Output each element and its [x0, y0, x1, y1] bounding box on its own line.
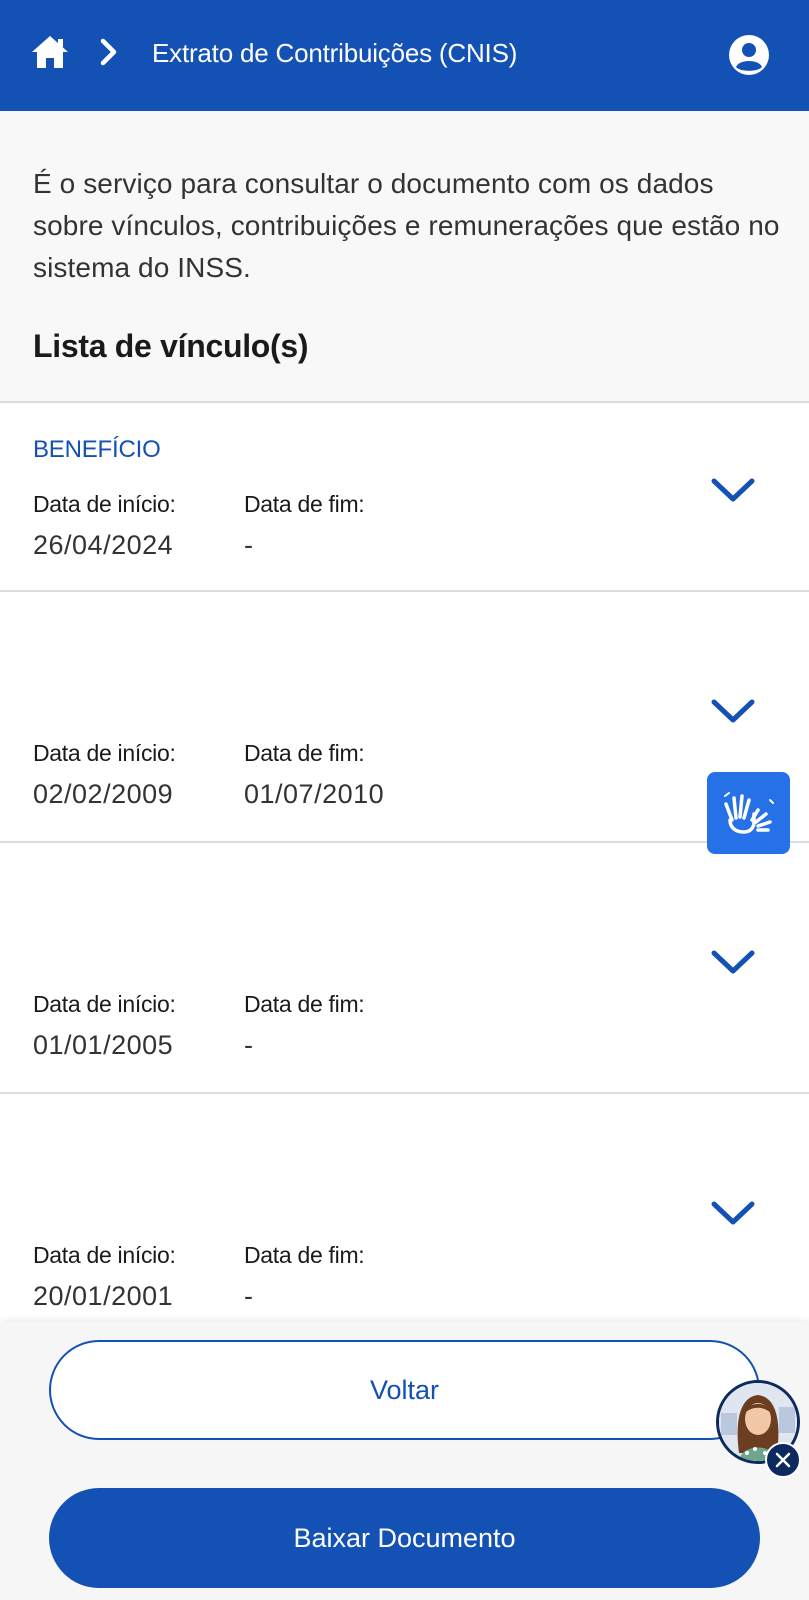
close-assistant-button[interactable]: [765, 1442, 801, 1478]
end-date-value: -: [244, 1030, 254, 1060]
top-bar: Extrato de Contribuições (CNIS): [0, 0, 809, 111]
section-title: Lista de vínculo(s): [33, 328, 309, 364]
footer-actions: Voltar Baixar Documento: [0, 1322, 809, 1600]
vinculo-item[interactable]: Data de início: 02/02/2009 Data de fim: …: [0, 590, 809, 841]
home-icon[interactable]: [30, 34, 70, 70]
vinculo-item[interactable]: Data de início: 20/01/2001 Data de fim: …: [0, 1092, 809, 1343]
chevron-down-icon[interactable]: [710, 1198, 756, 1228]
libras-accessibility-button[interactable]: [707, 772, 790, 854]
download-document-button[interactable]: Baixar Documento: [49, 1488, 760, 1588]
back-button[interactable]: Voltar: [49, 1340, 760, 1440]
vinculos-list: BENEFÍCIO Data de início: 26/04/2024 Dat…: [0, 401, 809, 1343]
end-date-label: Data de fim:: [244, 991, 365, 1017]
vinculo-item[interactable]: Data de início: 01/01/2005 Data de fim: …: [0, 841, 809, 1092]
sign-language-hands-icon: [723, 792, 774, 834]
end-date-group: Data de fim: 01/07/2010: [244, 740, 384, 810]
chevron-down-icon[interactable]: [710, 947, 756, 977]
vinculo-item[interactable]: BENEFÍCIO Data de início: 26/04/2024 Dat…: [0, 401, 809, 590]
vinculo-type: BENEFÍCIO: [33, 436, 161, 463]
service-description: É o serviço para consultar o documento c…: [33, 168, 780, 283]
chevron-down-icon[interactable]: [710, 475, 756, 505]
page-title: Extrato de Contribuições (CNIS): [152, 38, 518, 68]
end-date-group: Data de fim: -: [244, 491, 365, 561]
end-date-group: Data de fim: -: [244, 991, 365, 1061]
start-date-value: 26/04/2024: [33, 530, 174, 560]
end-date-value: 01/07/2010: [244, 779, 385, 809]
start-date-label: Data de início:: [33, 491, 176, 517]
start-date-group: Data de início: 02/02/2009: [33, 740, 176, 810]
chevron-down-icon[interactable]: [710, 696, 756, 726]
start-date-value: 01/01/2005: [33, 1030, 174, 1060]
start-date-value: 02/02/2009: [33, 779, 174, 809]
end-date-value: -: [244, 530, 254, 560]
start-date-group: Data de início: 20/01/2001: [33, 1242, 176, 1312]
end-date-label: Data de fim:: [244, 740, 365, 766]
close-icon: [775, 1452, 791, 1468]
start-date-label: Data de início:: [33, 1242, 176, 1268]
end-date-value: -: [244, 1281, 254, 1311]
start-date-label: Data de início:: [33, 991, 176, 1017]
end-date-group: Data de fim: -: [244, 1242, 365, 1312]
start-date-group: Data de início: 26/04/2024: [33, 491, 176, 561]
start-date-value: 20/01/2001: [33, 1281, 174, 1311]
start-date-group: Data de início: 01/01/2005: [33, 991, 176, 1061]
chevron-right-icon: [100, 38, 117, 66]
user-circle-icon[interactable]: [728, 34, 770, 76]
end-date-label: Data de fim:: [244, 491, 365, 517]
start-date-label: Data de início:: [33, 740, 176, 766]
end-date-label: Data de fim:: [244, 1242, 365, 1268]
